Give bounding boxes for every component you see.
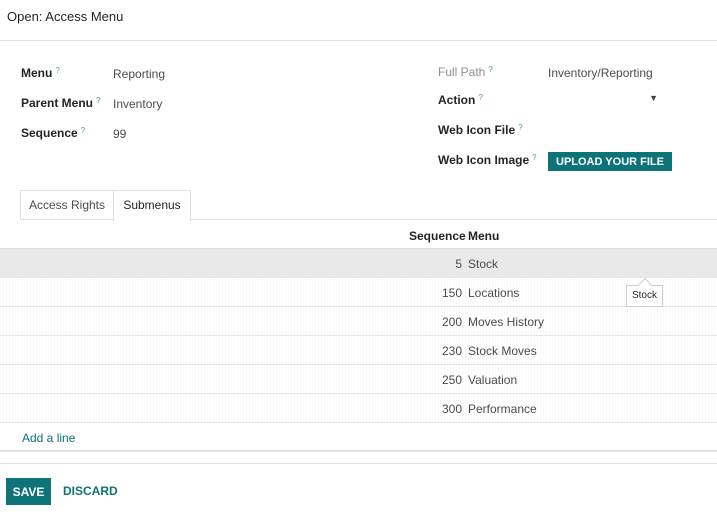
column-header-sequence[interactable]: Sequence [409,229,466,243]
menu-label: Menu? [21,66,60,80]
tab-submenus[interactable]: Submenus [113,190,191,221]
web-icon-file-label: Web Icon File? [438,123,523,137]
table-row[interactable]: 230 Stock Moves [0,336,717,365]
sequence-label: Sequence? [21,126,86,140]
column-header-menu[interactable]: Menu [468,229,499,243]
submenus-table: Sequence Menu 5 Stock 150 Locations 200 … [0,220,717,452]
table-row[interactable]: 5 Stock [0,249,717,278]
tab-access-rights[interactable]: Access Rights [20,190,114,219]
help-icon[interactable]: ? [478,93,482,102]
sequence-cell: 300 [441,402,462,416]
dialog-footer: SAVE DISCARD [0,463,717,515]
add-line-row: Add a line [0,423,717,452]
sequence-cell: 250 [441,373,462,387]
menu-cell: Performance [468,402,537,416]
table-row[interactable]: 300 Performance [0,394,717,423]
full-path-label: Full Path? [438,65,493,79]
table-row[interactable]: 200 Moves History [0,307,717,336]
sequence-cell: 150 [441,286,462,300]
caret-down-icon[interactable]: ▼ [649,93,658,103]
table-row[interactable]: 250 Valuation [0,365,717,394]
table-header: Sequence Menu [0,220,717,249]
menu-cell: Valuation [468,373,518,387]
upload-file-button[interactable]: UPLOAD YOUR FILE [548,152,672,171]
help-icon[interactable]: ? [81,126,85,135]
help-icon[interactable]: ? [96,96,100,105]
sequence-cell: 5 [455,257,462,271]
menu-cell: Stock [468,257,499,271]
dialog-header: Open: Access Menu [0,0,717,41]
tooltip: Stock [626,277,663,307]
discard-button[interactable]: DISCARD [63,484,118,498]
menu-cell: Moves History [468,315,545,329]
save-button[interactable]: SAVE [6,478,51,505]
web-icon-image-label: Web Icon Image? [438,153,537,167]
dialog-title: Open: Access Menu [7,9,124,24]
help-icon[interactable]: ? [488,65,492,74]
action-label: Action? [438,93,483,107]
sequence-cell: 200 [441,315,462,329]
menu-value[interactable]: Reporting [113,67,165,81]
help-icon[interactable]: ? [55,66,59,75]
sequence-value[interactable]: 99 [113,127,126,141]
tooltip-text: Stock [631,290,657,301]
menu-cell: Locations [468,286,520,300]
notebook-tabs: Access Rights Submenus [0,188,717,221]
full-path-value: Inventory/Reporting [548,66,653,80]
parent-menu-value[interactable]: Inventory [113,97,162,111]
menu-cell: Stock Moves [468,344,537,358]
action-select[interactable]: ▼ [548,90,658,108]
parent-menu-label: Parent Menu? [21,96,101,110]
table-row[interactable]: 150 Locations [0,278,717,307]
help-icon[interactable]: ? [518,123,522,132]
help-icon[interactable]: ? [532,153,536,162]
add-line-link[interactable]: Add a line [22,431,75,445]
sequence-cell: 230 [441,344,462,358]
